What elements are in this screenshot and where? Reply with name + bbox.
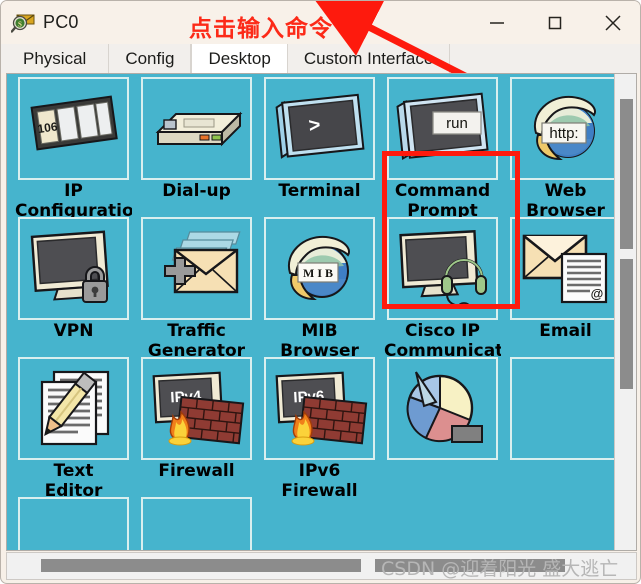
desktop-canvas: 106 IPConfiguration Dial-up > Terminal r…: [7, 74, 636, 550]
vpn-monitor-lock-icon: [18, 217, 129, 320]
blank-icon: [141, 497, 252, 550]
vertical-scrollbar-thumb[interactable]: [620, 99, 633, 249]
desktop-item-web-browser[interactable]: http: Web Browser: [507, 77, 615, 217]
blank-icon: [510, 357, 615, 460]
desktop-item-label: Email: [539, 320, 592, 341]
watermark: CSDN @迎着阳光 盛大逃亡: [381, 558, 619, 580]
desktop-item-blank[interactable]: [138, 497, 255, 550]
svg-text:run: run: [446, 115, 468, 132]
desktop-item-terminal[interactable]: > Terminal: [261, 77, 378, 217]
desktop-item-text-editor[interactable]: Text Editor: [15, 357, 132, 497]
desktop-item-label: [507, 461, 615, 497]
horizontal-scrollbar-thumb[interactable]: [41, 559, 361, 572]
pie-chart-icon: [387, 357, 498, 460]
desktop-panel: 106 IPConfiguration Dial-up > Terminal r…: [6, 73, 637, 551]
packet-tracer-envelope-magnifier-icon: S: [10, 10, 37, 36]
desktop-icon-grid: 106 IPConfiguration Dial-up > Terminal r…: [7, 74, 615, 550]
vertical-scrollbar[interactable]: [614, 74, 636, 550]
packet-tracer-device-window: S PC0 点击输入命令 Physical Config Desktop Custom…: [0, 0, 641, 584]
close-icon[interactable]: [584, 1, 640, 44]
desktop-item-label: [384, 461, 501, 497]
email-envelope-icon: @: [510, 217, 615, 320]
desktop-item-ipv6-firewall[interactable]: IPv6 IPv6Firewall: [261, 357, 378, 497]
svg-text:S: S: [18, 20, 22, 28]
tab-desktop[interactable]: Desktop: [191, 44, 288, 73]
desktop-item-label: Firewall: [158, 460, 235, 481]
desktop-item-label: Traffic Generator: [147, 320, 246, 357]
tab-custom-interface[interactable]: Custom Interface: [287, 44, 451, 73]
desktop-item-label: IPConfiguration: [15, 180, 132, 217]
desktop-item-label: Cisco IPCommunicator: [384, 320, 501, 357]
desktop-item-blank[interactable]: [507, 357, 615, 497]
desktop-item-label: Command Prompt: [394, 180, 491, 217]
terminal-icon: >: [264, 77, 375, 180]
svg-text:>: >: [307, 114, 321, 137]
window-controls: [468, 1, 640, 44]
desktop-item-label: Text Editor: [44, 460, 103, 497]
tab-physical[interactable]: Physical: [1, 44, 110, 73]
desktop-item-dial-up[interactable]: Dial-up: [138, 77, 255, 217]
desktop-item-vpn[interactable]: VPN: [15, 217, 132, 357]
ipv6-firewall-brick-icon: IPv6: [264, 357, 375, 460]
blank-icon: [18, 497, 129, 550]
desktop-item-command-prompt[interactable]: run Command Prompt: [384, 77, 501, 217]
desktop-item-blank[interactable]: [384, 357, 501, 497]
ip-configuration-icon: 106: [18, 77, 129, 180]
minimize-icon[interactable]: [468, 1, 526, 44]
desktop-item-label: Dial-up: [162, 180, 231, 201]
desktop-item-email[interactable]: @ Email: [507, 217, 615, 357]
desktop-item-label: Web Browser: [526, 180, 605, 217]
desktop-item-label: IPv6 Firewall: [281, 460, 358, 497]
window-title: PC0: [43, 12, 79, 32]
dial-up-modem-icon: [141, 77, 252, 180]
desktop-item-traffic-generator[interactable]: Traffic Generator: [138, 217, 255, 357]
svg-text:http:: http:: [549, 125, 578, 142]
traffic-generator-envelopes-icon: [141, 217, 252, 320]
maximize-icon[interactable]: [526, 1, 584, 44]
desktop-item-label: MIB Browser: [280, 320, 359, 357]
svg-text:@: @: [590, 286, 603, 301]
desktop-item-blank[interactable]: [15, 497, 132, 550]
vertical-scrollbar-thumb-lower[interactable]: [620, 259, 633, 389]
web-browser-http-icon: http:: [510, 77, 615, 180]
command-prompt-run-icon: run: [387, 77, 498, 180]
desktop-item-firewall[interactable]: IPv4 Firewall: [138, 357, 255, 497]
desktop-item-label: Terminal: [278, 180, 361, 201]
cisco-ip-communicator-headset-icon: [387, 217, 498, 320]
ipv4-firewall-brick-icon: IPv4: [141, 357, 252, 460]
mib-browser-icon: M I B: [264, 217, 375, 320]
desktop-item-mib-browser[interactable]: M I B MIB Browser: [261, 217, 378, 357]
desktop-item-label: VPN: [53, 320, 94, 341]
text-editor-pencil-icon: [18, 357, 129, 460]
title-bar: S PC0 点击输入命令: [1, 1, 640, 44]
desktop-item-cisco-ip-communicator[interactable]: Cisco IPCommunicator: [384, 217, 501, 357]
desktop-grid-viewport: 106 IPConfiguration Dial-up > Terminal r…: [7, 74, 615, 550]
svg-text:M I B: M I B: [303, 266, 333, 280]
tab-config[interactable]: Config: [109, 44, 192, 73]
svg-text:106: 106: [36, 120, 58, 137]
instruction-annotation: 点击输入命令: [189, 16, 333, 42]
desktop-item-ip-configuration[interactable]: 106 IPConfiguration: [15, 77, 132, 217]
tab-bar: Physical Config Desktop Custom Interface: [1, 44, 640, 73]
